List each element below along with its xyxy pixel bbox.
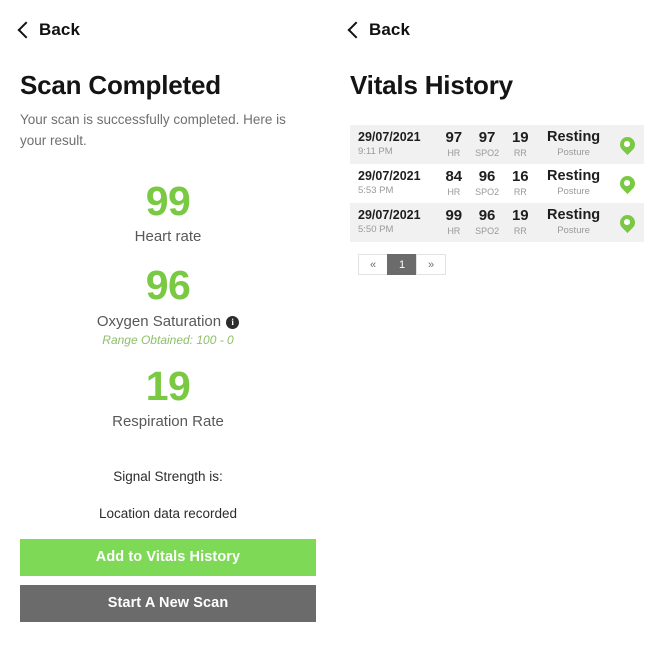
row-posture-cell: Resting Posture [536,164,610,203]
row-rr-cell: 19 RR [504,125,536,164]
row-posture-value: Resting [546,129,601,146]
respiration-rate-value: 19 [145,362,191,409]
row-posture-label: Posture [557,147,590,159]
info-icon[interactable]: i [226,315,240,329]
back-button-right[interactable]: Back [347,20,411,40]
row-rr-cell: 19 RR [504,203,536,242]
row-posture-value: Resting [546,207,601,224]
oxygen-range-note: Range Obtained: 100 - 0 [102,332,234,347]
pagination: « 1 » [358,254,446,275]
vital-oxygen-saturation: 96 Oxygen Saturation i Range Obtained: 1… [20,262,316,347]
row-rr-label: RR [513,147,527,158]
row-hr-value: 97 [445,129,463,147]
row-rr-label: RR [513,186,527,197]
row-posture-label: Posture [557,225,590,237]
action-buttons: Add to Vitals History Start A New Scan [20,539,316,623]
row-hr-value: 84 [445,168,463,186]
row-rr-value: 19 [511,207,529,225]
table-row[interactable]: 29/07/2021 9:11 PM 97 HR 97 SPO2 19 RR R… [350,125,644,164]
row-datetime-cell: 29/07/2021 9:11 PM [350,125,438,164]
history-page-title: Vitals History [350,70,513,100]
pagination-prev-button[interactable]: « [358,254,387,275]
table-row[interactable]: 29/07/2021 5:50 PM 99 HR 96 SPO2 19 RR R… [350,203,644,242]
location-data-text: Location data recorded [98,506,238,522]
row-time: 9:11 PM [358,146,393,158]
location-pin-icon[interactable] [620,215,635,230]
vital-respiration-rate: 19 Respiration Rate [20,363,316,432]
pagination-next-button[interactable]: » [416,254,446,275]
back-button-label: Back [369,20,411,39]
row-posture-cell: Resting Posture [536,203,610,242]
row-posture-value: Resting [546,168,601,185]
row-hr-label: HR [447,147,461,158]
row-location-cell[interactable] [611,125,644,164]
row-spo2-value: 97 [478,129,496,147]
respiration-rate-label: Respiration Rate [112,413,224,430]
row-hr-cell: 97 HR [438,125,470,164]
vitals-summary: 99 Heart rate 96 Oxygen Saturation i Ran… [20,178,316,432]
start-new-scan-button[interactable]: Start A New Scan [20,585,316,623]
heart-rate-label: Heart rate [135,228,202,245]
row-hr-cell: 99 HR [438,203,470,242]
vital-heart-rate: 99 Heart rate [20,178,316,247]
row-hr-cell: 84 HR [438,164,470,203]
row-hr-label: HR [447,186,461,197]
vitals-history-table: 29/07/2021 9:11 PM 97 HR 97 SPO2 19 RR R… [350,125,644,242]
row-hr-value: 99 [445,207,463,225]
row-location-cell[interactable] [611,203,644,242]
signal-strength-text: Signal Strength is: [113,469,223,485]
heart-rate-value: 99 [145,177,191,224]
row-spo2-label: SPO2 [475,147,500,158]
row-spo2-cell: 96 SPO2 [470,164,504,203]
chevron-left-icon [347,21,365,38]
oxygen-saturation-label: Oxygen Saturation i [96,312,240,330]
row-rr-label: RR [513,225,527,236]
row-posture-label: Posture [557,186,590,198]
row-rr-value: 16 [511,168,529,186]
row-rr-value: 19 [511,129,529,147]
row-datetime-cell: 29/07/2021 5:53 PM [350,164,438,203]
row-time: 5:53 PM [358,185,394,197]
row-spo2-cell: 97 SPO2 [470,125,504,164]
app-screen: Back Scan Completed Your scan is success… [0,0,660,667]
chevron-left-icon [17,21,35,38]
row-spo2-label: SPO2 [475,225,500,236]
row-date: 29/07/2021 [358,169,421,184]
row-spo2-value: 96 [478,168,496,186]
page-title: Scan Completed [20,70,221,100]
scan-result-panel: Back Scan Completed Your scan is success… [0,0,336,667]
row-spo2-label: SPO2 [475,186,500,197]
respiration-rate-label-text: Respiration Rate [112,413,224,431]
pagination-page-1[interactable]: 1 [387,254,416,275]
row-date: 29/07/2021 [358,130,421,145]
row-spo2-value: 96 [478,207,496,225]
row-hr-label: HR [447,225,461,236]
oxygen-saturation-value: 96 [145,262,191,309]
row-date: 29/07/2021 [358,208,421,223]
row-spo2-cell: 96 SPO2 [470,203,504,242]
table-row[interactable]: 29/07/2021 5:53 PM 84 HR 96 SPO2 16 RR R… [350,164,644,203]
back-button-label: Back [39,20,81,39]
vitals-history-panel: Back Vitals History 29/07/2021 9:11 PM 9… [336,0,660,667]
page-subtitle: Your scan is successfully completed. Her… [20,112,286,148]
location-pin-icon[interactable] [620,137,635,152]
row-location-cell[interactable] [611,164,644,203]
add-to-vitals-history-button[interactable]: Add to Vitals History [20,539,316,577]
row-rr-cell: 16 RR [504,164,536,203]
heart-rate-label-text: Heart rate [134,228,202,246]
location-pin-icon[interactable] [620,176,635,191]
row-posture-cell: Resting Posture [536,125,610,164]
back-button-left[interactable]: Back [17,20,81,40]
oxygen-saturation-label-text: Oxygen Saturation [96,312,222,330]
status-messages: Signal Strength is: Location data record… [20,469,316,521]
row-datetime-cell: 29/07/2021 5:50 PM [350,203,438,242]
row-time: 5:50 PM [358,224,394,236]
